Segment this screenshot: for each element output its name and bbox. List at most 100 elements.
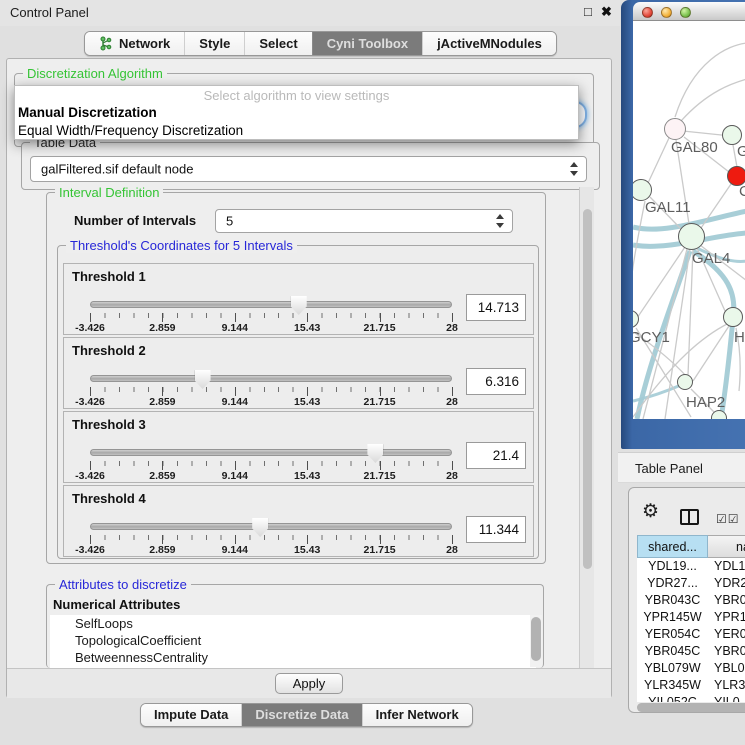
threshold-4-value-field[interactable]: 11.344 — [466, 516, 526, 543]
network-node-h[interactable] — [723, 307, 743, 327]
scrollbar-thumb[interactable] — [637, 703, 745, 712]
zoom-traffic-light[interactable] — [680, 7, 691, 18]
algorithm-dropdown-popup: Select algorithm to view settings Manual… — [14, 85, 579, 140]
column-header-name[interactable]: name — [708, 535, 745, 558]
threshold-2-slider[interactable] — [90, 375, 452, 382]
tab-jactivemnodules[interactable]: jActiveMNodules — [422, 32, 556, 55]
table-row[interactable]: YPR145WYPR1 — [637, 609, 745, 626]
node-label-gal80: GAL80 — [671, 139, 718, 156]
combo-stepper-icon — [570, 162, 579, 176]
numerical-attributes-list[interactable]: SelfLoops TopologicalCoefficient Between… — [50, 615, 536, 669]
threshold-1-slider[interactable] — [90, 301, 452, 308]
threshold-1-panel: Threshold 1 -3.426 2.859 9.144 15.43 21.… — [63, 263, 534, 335]
column-header-shared-name[interactable]: shared... — [637, 535, 708, 558]
close-traffic-light[interactable] — [642, 7, 653, 18]
select-columns-icon[interactable]: ☑☑ — [716, 512, 740, 526]
network-node[interactable] — [722, 125, 742, 145]
node-label-gal11: GAL11 — [645, 199, 691, 216]
interval-definition-title: Interval Definition — [55, 185, 163, 200]
table-row[interactable]: YER054CYER0 — [637, 626, 745, 643]
column-layout-icon[interactable] — [680, 509, 699, 525]
network-edges — [633, 21, 745, 419]
cyni-bottom-tabbar: Impute Data Discretize Data Infer Networ… — [140, 703, 473, 727]
table-row[interactable]: YDL19...YDL1 — [637, 558, 745, 575]
tab-infer-network[interactable]: Infer Network — [362, 704, 472, 726]
interval-definition-group: Interval Definition Number of Intervals … — [46, 192, 546, 564]
threshold-2-value-field[interactable]: 6.316 — [466, 368, 526, 395]
tab-select[interactable]: Select — [244, 32, 311, 55]
number-of-intervals-value: 5 — [226, 214, 233, 229]
table-row[interactable]: YBL079WYBL0 — [637, 660, 745, 677]
numerical-attributes-label: Numerical Attributes — [53, 597, 180, 612]
threshold-3-scale: -3.426 2.859 9.144 15.43 21.715 28 — [90, 470, 452, 482]
list-item[interactable]: BetweennessCentrality — [50, 649, 536, 666]
threshold-4-label: Threshold 4 — [72, 491, 146, 506]
apply-bar: Apply — [7, 668, 611, 698]
float-window-icon[interactable]: □ — [584, 4, 592, 19]
tab-style[interactable]: Style — [184, 32, 244, 55]
attributes-group-title: Attributes to discretize — [55, 577, 191, 592]
network-node[interactable] — [711, 410, 727, 419]
tab-network-label: Network — [119, 36, 170, 51]
tab-network[interactable]: Network — [85, 32, 184, 55]
network-icon — [99, 36, 113, 51]
table-data-value: galFiltered.sif default node — [41, 162, 193, 177]
network-node-gal4[interactable] — [678, 223, 705, 250]
node-attribute-table: shared... name YDL19...YDL1 YDR27...YDR2… — [637, 535, 745, 702]
tab-impute-data[interactable]: Impute Data — [141, 704, 241, 726]
network-canvas[interactable]: GAL80 GA C GAL11 GAL4 GCY1 H HAP2 — [633, 21, 745, 419]
threshold-4-slider[interactable] — [90, 523, 452, 530]
tab-select-label: Select — [259, 36, 297, 51]
node-label-gal4: GAL4 — [692, 250, 730, 267]
panel-vertical-scrollbar[interactable] — [579, 187, 594, 669]
tab-style-label: Style — [199, 36, 230, 51]
threshold-1-ticks — [90, 313, 452, 322]
threshold-2-panel: Threshold 2 -3.426 2.859 9.144 15.43 21.… — [63, 337, 534, 409]
tab-cyni-toolbox[interactable]: Cyni Toolbox — [312, 32, 422, 55]
network-node-gal80[interactable] — [664, 118, 686, 140]
number-of-intervals-label: Number of Intervals — [74, 213, 196, 228]
table-row[interactable]: YDR27...YDR2 — [637, 575, 745, 592]
threshold-2-label: Threshold 2 — [72, 343, 146, 358]
thresholds-group-title: Threshold's Coordinates for 5 Intervals — [66, 238, 297, 253]
control-panel-titlebar: Control Panel □ ✖ — [0, 0, 620, 26]
list-item[interactable]: SelfLoops — [50, 615, 536, 632]
number-of-intervals-combobox[interactable]: 5 — [215, 209, 513, 233]
list-item[interactable]: TopologicalCoefficient — [50, 632, 536, 649]
cyni-toolbox-panel: Discretization Algorithm Select algorith… — [6, 58, 612, 698]
table-panel-title: Table Panel — [635, 461, 703, 476]
tab-jactivemnodules-label: jActiveMNodules — [437, 36, 542, 51]
table-data-combobox[interactable]: galFiltered.sif default node — [30, 156, 587, 182]
close-icon[interactable]: ✖ — [601, 4, 612, 20]
table-panel-titlebar: Table Panel — [618, 452, 745, 483]
node-label-clipped: C — [739, 183, 745, 200]
tab-discretize-data[interactable]: Discretize Data — [241, 704, 361, 726]
combo-stepper-icon — [496, 214, 505, 228]
attributes-list-scrollbar[interactable] — [530, 615, 542, 667]
threshold-1-label: Threshold 1 — [72, 269, 146, 284]
thresholds-group: Threshold's Coordinates for 5 Intervals … — [57, 245, 539, 559]
table-row[interactable]: YBR045CYBR0 — [637, 643, 745, 660]
attributes-group: Attributes to discretize Numerical Attri… — [46, 584, 544, 668]
threshold-1-scale: -3.426 2.859 9.144 15.43 21.715 28 — [90, 322, 452, 334]
network-window[interactable]: GAL80 GA C GAL11 GAL4 GCY1 H HAP2 — [621, 0, 745, 449]
algorithm-option-manual[interactable]: Manual Discretization — [18, 105, 157, 120]
scrollbar-thumb[interactable] — [583, 209, 592, 569]
network-window-titlebar[interactable] — [633, 2, 745, 21]
apply-button[interactable]: Apply — [275, 673, 343, 694]
threshold-3-ticks — [90, 461, 452, 470]
gear-icon[interactable]: ⚙ — [642, 502, 659, 521]
table-row[interactable]: YLR345WYLR3 — [637, 677, 745, 694]
threshold-3-slider[interactable] — [90, 449, 452, 456]
table-row[interactable]: YIL052CYIL0 — [637, 694, 745, 702]
table-row[interactable]: YBR043CYBR0 — [637, 592, 745, 609]
network-node-hap2[interactable] — [677, 374, 693, 390]
node-label-h: H — [734, 329, 745, 346]
table-horizontal-scrollbar[interactable] — [637, 703, 745, 712]
threshold-1-value-field[interactable]: 14.713 — [466, 294, 526, 321]
minimize-traffic-light[interactable] — [661, 7, 672, 18]
algorithm-popup-hint: Select algorithm to view settings — [15, 88, 578, 103]
threshold-3-value-field[interactable]: 21.4 — [466, 442, 526, 469]
table-header-row: shared... name — [637, 535, 745, 558]
algorithm-option-equal-width[interactable]: Equal Width/Frequency Discretization — [18, 123, 243, 138]
